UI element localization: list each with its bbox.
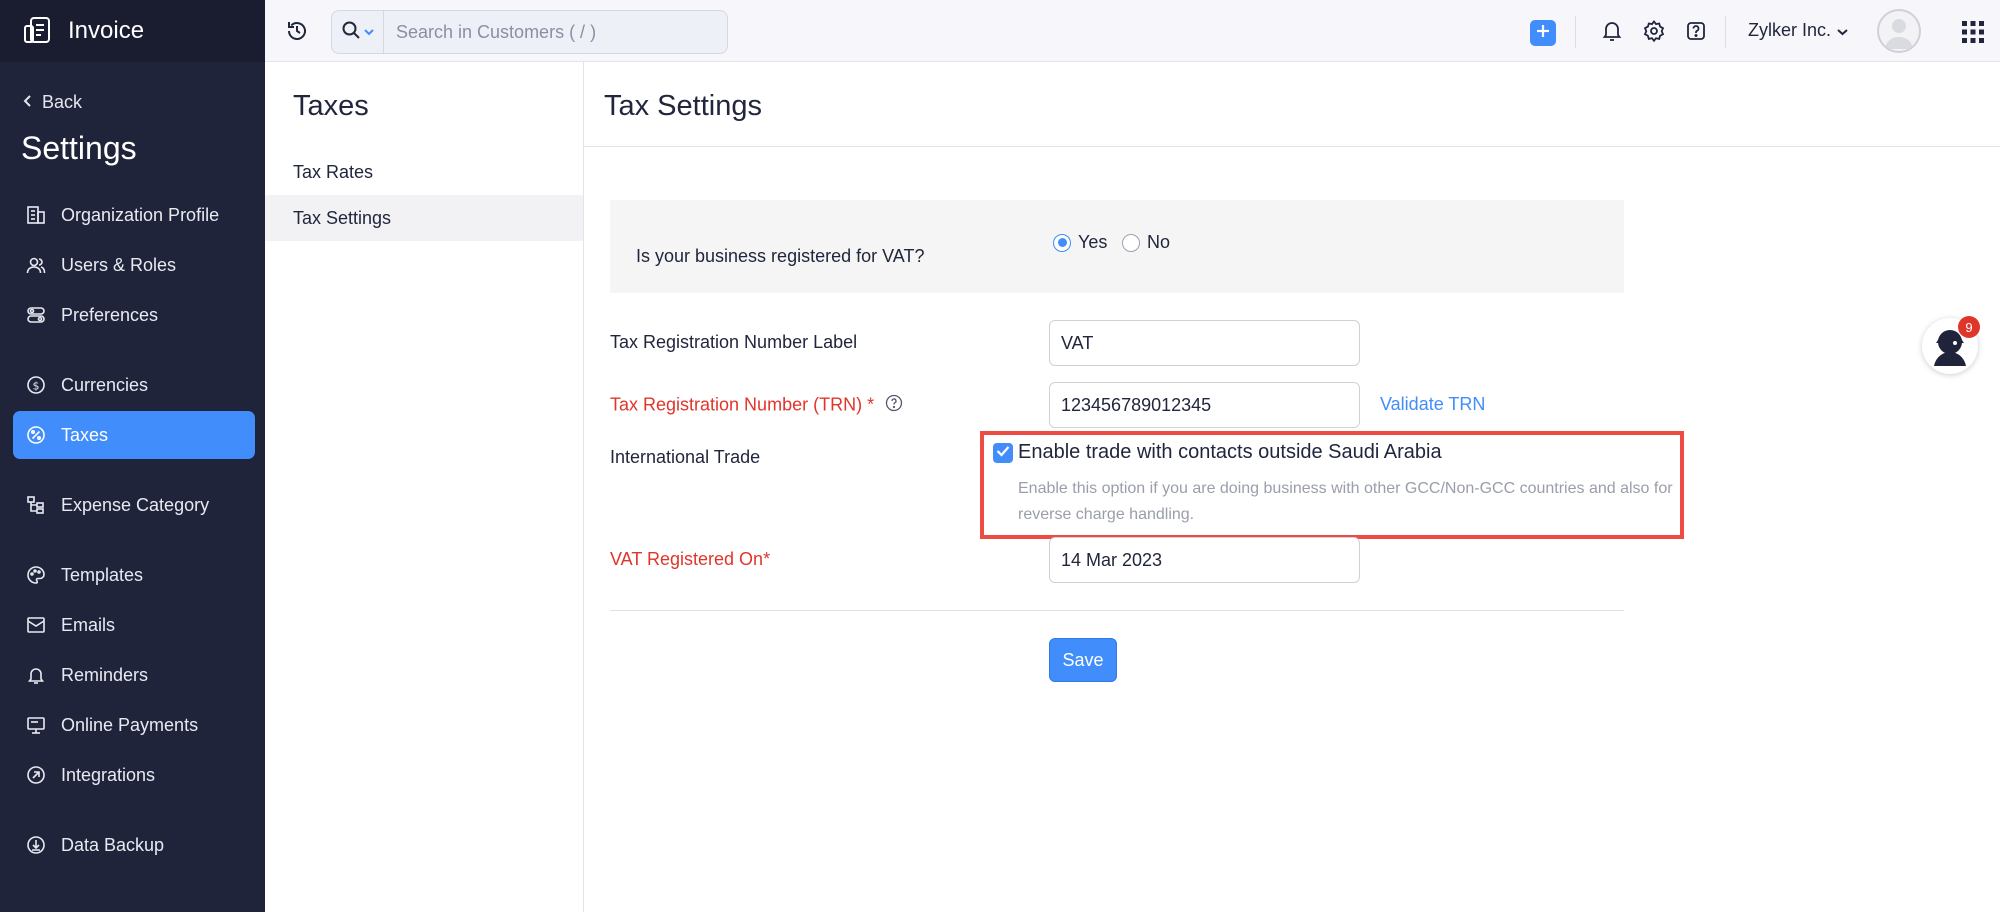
radio-selected-icon (1053, 233, 1071, 252)
sidebar-item-label: Data Backup (61, 834, 165, 855)
vat-registration-box: Is your business registered for VAT? (610, 200, 1624, 293)
trn-input[interactable]: 123456789012345 (1049, 382, 1360, 428)
trn-field-label: Tax Registration Number (TRN) * (610, 394, 903, 417)
sidebar: Invoice Back Settings Organization Profi… (0, 0, 265, 912)
tax-icon (25, 424, 47, 446)
backup-icon (25, 834, 47, 856)
international-trade-checkbox-label[interactable]: Enable trade with contacts outside Saudi… (1018, 441, 1442, 464)
chevron-down-icon (1837, 20, 1848, 41)
gear-icon[interactable] (1642, 19, 1666, 48)
sidebar-item-online-payments[interactable]: Online Payments (13, 701, 255, 749)
international-trade-checkbox[interactable] (993, 443, 1013, 463)
payments-icon (25, 714, 47, 736)
sidebar-item-taxes[interactable]: Taxes (13, 411, 255, 459)
validate-trn-link[interactable]: Validate TRN (1380, 394, 1485, 415)
international-trade-label: International Trade (610, 447, 761, 467)
sidebar-item-label: Online Payments (61, 714, 199, 735)
subnav-item-label: Tax Rates (293, 161, 374, 182)
vat-yes-radio[interactable]: Yes (1053, 232, 1107, 253)
vat-registered-on-date-input[interactable]: 14 Mar 2023 (1049, 537, 1360, 583)
sidebar-item-data-backup[interactable]: Data Backup (13, 821, 255, 869)
sidebar-item-emails[interactable]: Emails (13, 601, 255, 649)
history-icon[interactable] (285, 19, 309, 48)
sidebar-item-label: Templates (61, 564, 144, 585)
settings-title: Settings (21, 130, 137, 166)
preferences-icon (25, 304, 47, 326)
email-icon (25, 614, 47, 636)
sidebar-item-templates[interactable]: Templates (13, 551, 255, 599)
invoice-logo-icon (22, 15, 54, 47)
form-divider (610, 610, 1624, 611)
chevron-down-icon (364, 23, 374, 41)
category-icon (25, 494, 47, 516)
radio-label: Yes (1078, 232, 1108, 252)
sidebar-item-currencies[interactable]: $ Currencies (13, 361, 255, 409)
sidebar-item-label: Integrations (61, 764, 156, 785)
sidebar-item-label: Currencies (61, 374, 149, 395)
sidebar-item-label: Organization Profile (61, 204, 220, 225)
back-label: Back (42, 92, 83, 112)
topbar: Search in Customers ( / ) Zylker Inc. (265, 0, 2000, 62)
page-title: Tax Settings (604, 90, 762, 122)
divider (1725, 16, 1726, 48)
chevron-left-icon (22, 92, 34, 113)
apps-grid-icon[interactable] (1962, 21, 1984, 48)
trn-label-input[interactable]: VAT (1049, 320, 1360, 366)
radio-label: No (1147, 232, 1171, 252)
organization-name: Zylker Inc. (1748, 20, 1832, 40)
subnav-item-tax-settings[interactable]: Tax Settings (265, 195, 583, 241)
sidebar-item-integrations[interactable]: Integrations (13, 751, 255, 799)
subnav-item-label: Tax Settings (293, 207, 392, 228)
search-scope-dropdown[interactable] (332, 11, 384, 53)
vat-no-radio[interactable]: No (1122, 232, 1170, 253)
organization-switcher[interactable]: Zylker Inc. (1748, 20, 1848, 41)
search-input[interactable]: Search in Customers ( / ) (384, 22, 596, 43)
svg-text:$: $ (33, 380, 40, 393)
back-link[interactable]: Back (22, 92, 82, 113)
building-icon (25, 204, 47, 226)
vat-registered-on-label: VAT Registered On* (610, 549, 771, 569)
search-bar[interactable]: Search in Customers ( / ) (331, 10, 728, 54)
question-circle-icon[interactable] (885, 394, 903, 417)
sidebar-item-organization-profile[interactable]: Organization Profile (13, 191, 255, 239)
bell-icon (25, 664, 47, 686)
avatar[interactable] (1877, 9, 1921, 53)
tax-settings-panel: Tax Settings Is your business registered… (584, 62, 2000, 912)
subnav-title: Taxes (293, 90, 369, 122)
sidebar-item-label: Emails (61, 614, 116, 635)
main-header (584, 62, 2000, 147)
currency-icon: $ (25, 374, 47, 396)
integrations-icon (25, 764, 47, 786)
sidebar-item-label: Users & Roles (61, 254, 177, 275)
radio-unselected-icon (1122, 233, 1140, 252)
quick-create-button[interactable] (1530, 20, 1556, 46)
sidebar-item-expense-category[interactable]: Expense Category (13, 481, 255, 529)
notification-count-badge: 9 (1958, 316, 1980, 338)
search-icon (341, 20, 361, 45)
brand[interactable]: Invoice (0, 0, 265, 62)
sidebar-item-label: Reminders (61, 664, 149, 685)
trn-label-field-label: Tax Registration Number Label (610, 332, 858, 352)
app-name: Invoice (68, 17, 145, 44)
checkmark-icon (996, 444, 1010, 462)
users-icon (25, 254, 47, 276)
save-button[interactable]: Save (1049, 638, 1117, 682)
subnav-item-tax-rates[interactable]: Tax Rates (265, 149, 583, 195)
trn-field-label-text: Tax Registration Number (TRN) * (610, 394, 875, 415)
sidebar-item-label: Taxes (61, 424, 109, 445)
notifications-bell-icon[interactable] (1600, 19, 1624, 48)
palette-icon (25, 564, 47, 586)
sidebar-item-users-roles[interactable]: Users & Roles (13, 241, 255, 289)
sidebar-item-preferences[interactable]: Preferences (13, 291, 255, 339)
divider (1575, 16, 1576, 48)
sidebar-item-label: Expense Category (61, 494, 210, 515)
help-icon[interactable] (1684, 19, 1708, 48)
sidebar-item-reminders[interactable]: Reminders (13, 651, 255, 699)
plus-icon (1535, 23, 1551, 44)
international-trade-help-text: Enable this option if you are doing busi… (1018, 480, 1673, 523)
vat-question: Is your business registered for VAT? (636, 246, 925, 266)
taxes-subnav: Taxes Tax Rates Tax Settings (265, 62, 584, 912)
sidebar-item-label: Preferences (61, 304, 159, 325)
